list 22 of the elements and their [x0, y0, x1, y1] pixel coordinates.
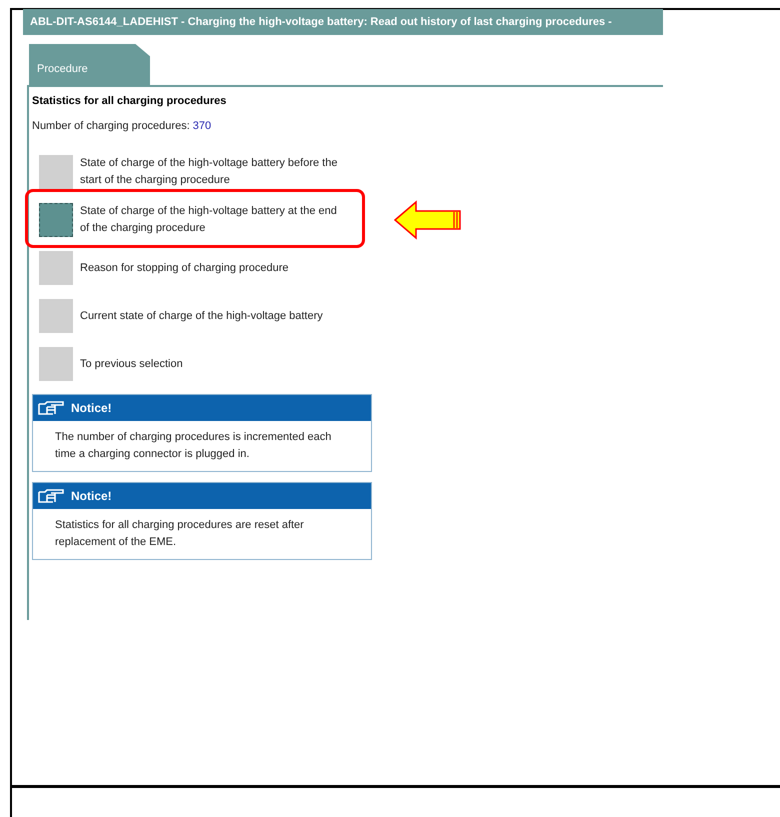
- notice-text: Statistics for all charging procedures are reset after replacement of the EME.: [54, 518, 305, 550]
- pointing-hand-icon: [37, 400, 65, 416]
- notice-text: The number of charging procedures is incremented each time a charging connector is plugged in.: [54, 430, 332, 462]
- option-label: State of charge of the high-voltage battery before the start of the charging procedure: [80, 156, 338, 188]
- option-button[interactable]: [39, 347, 73, 381]
- window-title: ABL-DIT-AS6144_LADEHIST - Charging the high-voltage battery: Read out history of last charging procedures -: [23, 9, 663, 35]
- pointing-hand-icon: [37, 488, 65, 504]
- option-button[interactable]: [39, 155, 73, 189]
- option-label: State of charge of the high-voltage battery at the end of the charging procedure: [80, 204, 338, 236]
- section-heading: Statistics for all charging procedures: [32, 94, 228, 109]
- count-value: 370: [192, 118, 212, 134]
- option-label: Current state of charge of the high-voltage battery: [80, 308, 324, 324]
- notice-title: Notice!: [71, 400, 112, 417]
- option-label: Reason for stopping of charging procedure: [80, 260, 290, 276]
- option-button[interactable]: [39, 299, 73, 333]
- option-button[interactable]: [39, 251, 73, 285]
- option-button[interactable]: [39, 203, 73, 237]
- notice-title: Notice!: [71, 488, 112, 505]
- tab[interactable]: Procedure: [29, 44, 150, 85]
- option-label: To previous selection: [80, 356, 184, 372]
- pointer-arrow-drawing: [394, 200, 462, 240]
- count-label: Number of charging procedures:: [32, 118, 190, 134]
